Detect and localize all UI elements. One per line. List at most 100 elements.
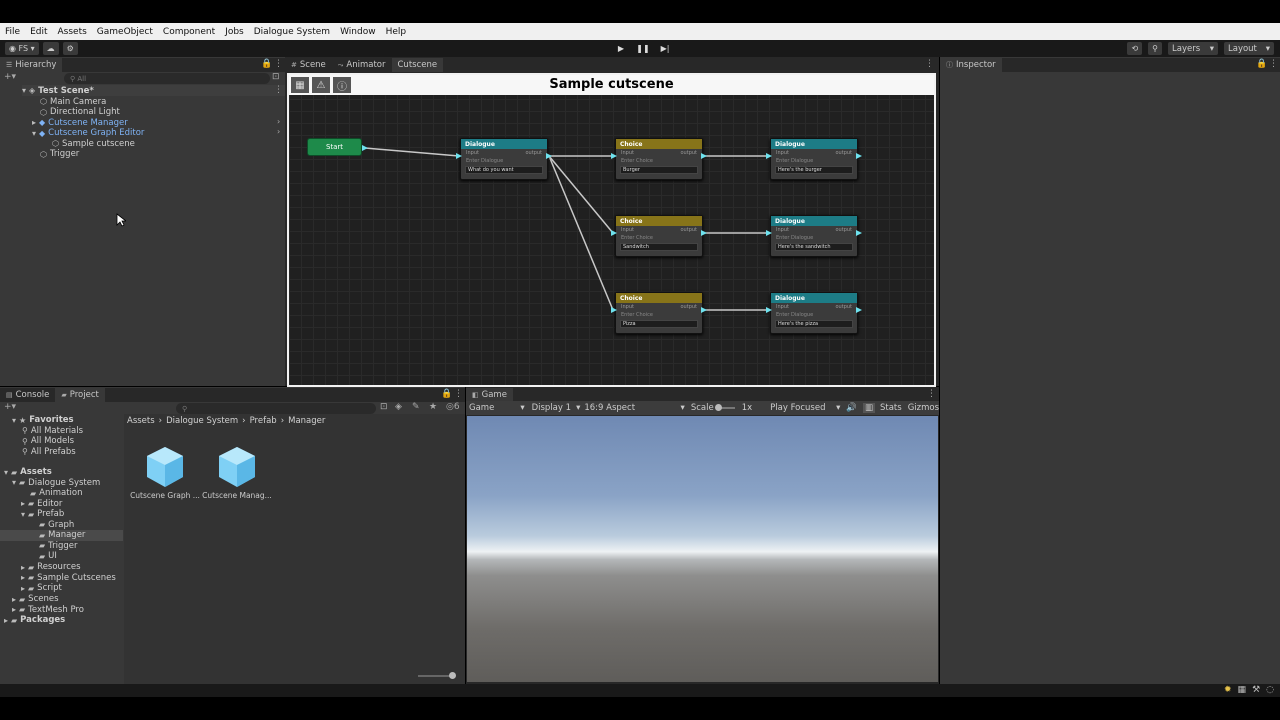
dialogue-node[interactable]: Dialogue Input output Enter Dialogue Here… <box>770 292 858 334</box>
play-focus-dropdown[interactable]: Play Focused ▾ <box>770 403 840 413</box>
debug-icon[interactable]: ⚒ <box>1252 685 1260 695</box>
favorite-star-icon[interactable]: ★ <box>429 402 437 412</box>
kebab-menu-icon[interactable]: ⋮ <box>927 389 936 399</box>
tree-textmesh-pro[interactable]: ▸ ▰ TextMesh Pro <box>12 605 84 616</box>
project-search-input[interactable]: ⚲ <box>176 403 376 414</box>
node-text-field[interactable]: Here's the burger <box>775 166 853 174</box>
node-field-label: Enter Dialogue <box>466 158 504 164</box>
info-icon: ⓘ <box>946 61 953 69</box>
prefab-cube-icon <box>147 447 183 487</box>
game-viewport[interactable] <box>467 416 938 682</box>
display-dropdown[interactable]: Display 1 ▾ <box>532 403 581 413</box>
node-title: Dialogue <box>461 139 547 149</box>
scale-slider[interactable]: Scale 1x <box>691 403 752 413</box>
star-icon: ★ <box>19 415 27 425</box>
tree-all-models[interactable]: ⚲ All Models <box>22 436 74 447</box>
lightbulb-icon[interactable]: ✹ <box>1224 685 1232 695</box>
tree-item-label: Packages <box>20 615 66 626</box>
node-text-field[interactable]: Here's the sandwitch <box>775 243 853 251</box>
vsync-icon[interactable]: ▥ <box>862 403 875 413</box>
choice-node[interactable]: Choice Input output Enter Choice Pizza <box>615 292 703 334</box>
network-icon[interactable]: ▦ <box>1238 685 1247 695</box>
start-output-port[interactable] <box>361 144 369 152</box>
scale-track <box>714 404 735 411</box>
tab-project[interactable]: ▰ Project <box>55 388 105 402</box>
tree-all-materials[interactable]: ⚲ All Materials <box>22 426 83 437</box>
dialogue-node[interactable]: Dialogue Input output Enter Dialogue Here… <box>770 138 858 180</box>
start-node[interactable]: Start <box>307 138 362 156</box>
asset-cutscene-manager-prefab[interactable]: Cutscene Manag... <box>197 445 277 500</box>
progress-icon[interactable]: ◌ <box>1266 685 1274 695</box>
edge-dialogue-to-choice-sandwitch <box>548 155 614 234</box>
tree-item-label: Prefab <box>37 509 65 520</box>
node-output-label: output <box>680 150 698 156</box>
tree-editor[interactable]: ▸ ▰ Editor <box>21 499 62 510</box>
tree-prefab[interactable]: ▾ ▰ Prefab <box>21 509 64 520</box>
node-title: Choice <box>616 139 702 149</box>
add-icon[interactable]: +▾ <box>4 402 16 412</box>
dialogue-node[interactable]: Dialogue Input output Enter Dialogue What… <box>460 138 548 180</box>
lock-icon[interactable]: 🔒 <box>441 389 452 399</box>
node-text-field[interactable]: Pizza <box>620 320 698 328</box>
tree-packages[interactable]: ▸ ▰ Packages <box>4 615 65 626</box>
breadcrumb-dialogue-system[interactable]: Dialogue System <box>166 416 238 426</box>
game-mode-dropdown[interactable]: Game ▾ <box>466 403 525 413</box>
node-output-label: output <box>680 227 698 233</box>
search-icon: ⚲ <box>22 447 28 457</box>
node-output-label: output <box>680 304 698 310</box>
tree-manager[interactable]: ▰ Manager <box>0 530 123 541</box>
dialogue-node[interactable]: Dialogue Input output Enter Dialogue Here… <box>770 215 858 257</box>
node-text-field[interactable]: Sandwitch <box>620 243 698 251</box>
audio-icon[interactable]: 🔊 <box>846 403 857 413</box>
breadcrumb-manager[interactable]: Manager <box>288 416 325 426</box>
breadcrumb-prefab[interactable]: Prefab <box>250 416 277 426</box>
node-text-field[interactable]: What do you want <box>465 166 543 174</box>
chevron-right-icon: › <box>158 415 163 426</box>
node-title: Dialogue <box>771 139 857 149</box>
hidden-packages-button[interactable]: ◎6 <box>446 402 460 412</box>
search-icon: ⚲ <box>22 436 28 446</box>
play-focus-label: Play Focused <box>770 403 826 413</box>
chevron-right-icon: › <box>280 415 285 426</box>
gizmos-button[interactable]: Gizmos <box>908 403 939 413</box>
tab-game[interactable]: ◧ Game <box>466 388 513 402</box>
tree-trigger[interactable]: ▰ Trigger <box>39 541 77 552</box>
scale-label: Scale <box>690 403 714 413</box>
tree-script[interactable]: ▸ ▰ Script <box>21 583 62 594</box>
tree-sample-cutscenes[interactable]: ▸ ▰ Sample Cutscenes <box>21 573 116 584</box>
folder-icon: ▰ <box>19 605 26 615</box>
tree-item-label: UI <box>48 551 57 562</box>
choice-node[interactable]: Choice Input output Enter Choice Burger <box>615 138 703 180</box>
tree-assets[interactable]: ▾ ▰ Assets <box>4 467 52 478</box>
choice-node[interactable]: Choice Input output Enter Choice Sandwitc… <box>615 215 703 257</box>
tab-console[interactable]: ▤ Console <box>0 388 55 402</box>
tree-scenes[interactable]: ▸ ▰ Scenes <box>12 594 59 605</box>
game-toolbar: Game ▾ Display 1 ▾ 16:9 Aspect ▾ Scale 1x P… <box>466 401 939 415</box>
stats-button[interactable]: Stats <box>880 403 902 413</box>
prefab-cube-icon <box>219 447 255 487</box>
tree-animation[interactable]: ▰ Animation <box>30 488 83 499</box>
label-filter-icon[interactable]: ✎ <box>412 402 420 412</box>
tree-resources[interactable]: ▸ ▰ Resources <box>21 562 81 573</box>
console-icon: ▤ <box>6 391 13 399</box>
type-filter-icon[interactable]: ◈ <box>395 402 402 412</box>
node-text-field[interactable]: Burger <box>620 166 698 174</box>
tree-all-prefabs[interactable]: ⚲ All Prefabs <box>22 447 76 458</box>
tree-ui[interactable]: ▰ UI <box>39 551 57 562</box>
graph-header: ▦ ⚠ ⓘ Sample cutscene <box>289 75 934 95</box>
tree-favorites[interactable]: ▾ ★ Favorites <box>12 415 74 426</box>
tree-graph[interactable]: ▰ Graph <box>39 520 74 531</box>
icon-size-slider-thumb[interactable] <box>449 672 456 679</box>
lock-icon[interactable]: 🔒 <box>1256 59 1267 69</box>
search-filter-icon[interactable]: ⊡ <box>380 402 388 412</box>
asset-cutscene-graph-prefab[interactable]: Cutscene Graph ... <box>125 445 205 500</box>
aspect-dropdown[interactable]: 16:9 Aspect ▾ <box>584 403 684 413</box>
expand-arrow-icon: ▸ <box>4 615 9 625</box>
kebab-menu-icon[interactable]: ⋮ <box>454 389 463 399</box>
kebab-menu-icon[interactable]: ⋮ <box>1269 59 1278 69</box>
tree-dialogue-system[interactable]: ▾ ▰ Dialogue System <box>12 478 100 489</box>
tab-inspector[interactable]: ⓘ Inspector <box>940 58 1002 72</box>
breadcrumb-assets[interactable]: Assets <box>127 416 155 426</box>
node-input-label: Input <box>621 304 634 310</box>
node-text-field[interactable]: Here's the pizza <box>775 320 853 328</box>
